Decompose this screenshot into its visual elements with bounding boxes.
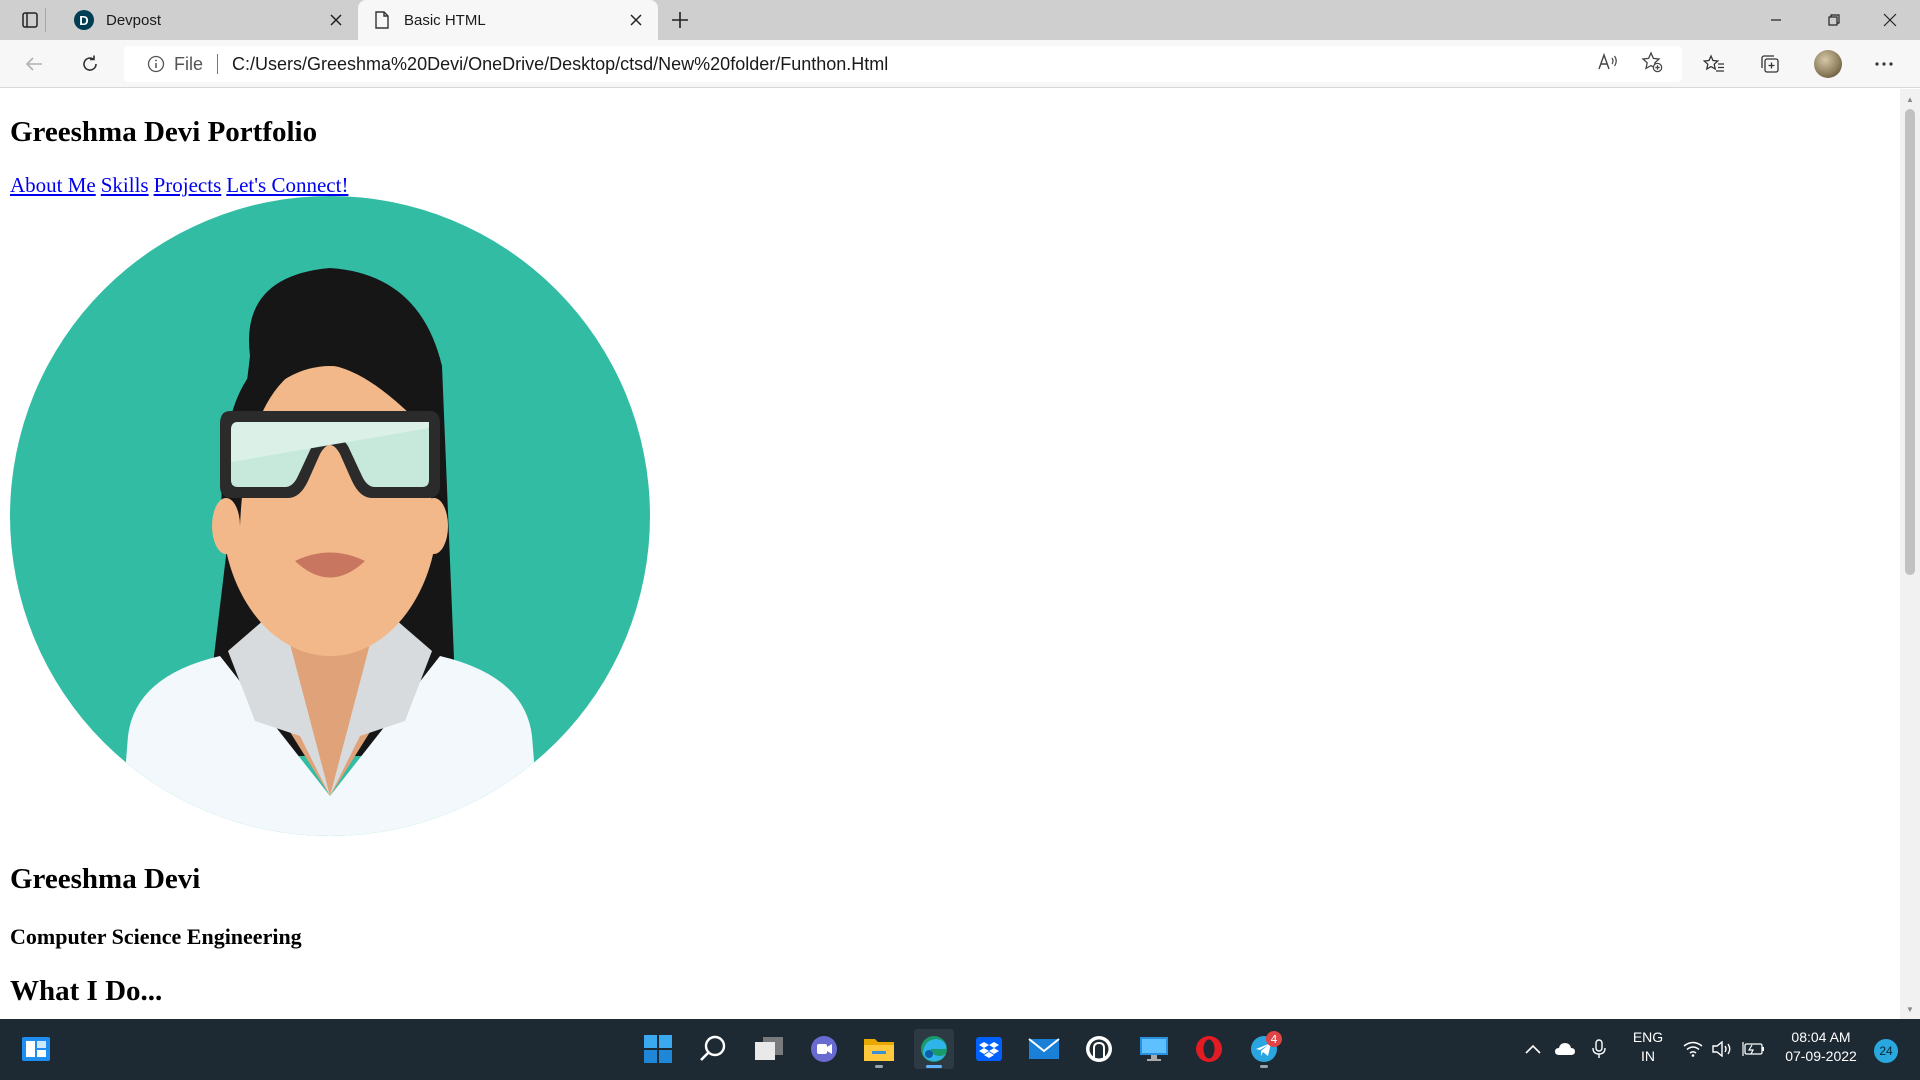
read-aloud-button[interactable] (1592, 46, 1624, 78)
section-heading-what-i-do: What I Do... (10, 975, 163, 1007)
collections-icon (1761, 55, 1779, 73)
task-view-icon[interactable] (749, 1029, 789, 1069)
vertical-scrollbar[interactable]: ▲ ▼ (1900, 89, 1920, 1019)
telegram-icon[interactable]: 4 (1244, 1029, 1284, 1069)
tab-title: Basic HTML (404, 11, 486, 29)
nav-link-projects[interactable]: Projects (154, 173, 222, 197)
profile-avatar-image (10, 196, 650, 836)
notification-badge: 4 (1266, 1031, 1282, 1047)
refresh-button[interactable] (74, 48, 106, 80)
running-indicator (926, 1065, 942, 1068)
tab-devpost[interactable]: D Devpost (60, 0, 358, 40)
close-window-button[interactable] (1862, 0, 1918, 40)
mail-icon[interactable] (1024, 1029, 1064, 1069)
language-indicator[interactable]: ENG IN (1628, 1028, 1668, 1066)
teams-chat-icon[interactable] (804, 1029, 844, 1069)
nav-link-about-me[interactable]: About Me (10, 173, 96, 197)
notification-center-badge[interactable]: 24 (1874, 1039, 1898, 1063)
back-button[interactable] (18, 48, 50, 80)
onedrive-cloud-icon[interactable] (1550, 1029, 1580, 1069)
microphone-icon[interactable] (1584, 1029, 1614, 1069)
clock-time: 08:04 AM (1791, 1029, 1851, 1045)
show-hidden-icons-chevron-up-icon[interactable] (1518, 1029, 1548, 1069)
clock[interactable]: 08:04 AM 07-09-2022 (1776, 1028, 1866, 1066)
page-viewport: Greeshma Devi Portfolio About Me Skills Pr… (0, 89, 1900, 1019)
profile-button[interactable] (1812, 48, 1844, 80)
file-explorer-icon[interactable] (859, 1029, 899, 1069)
new-tab-button[interactable] (664, 4, 696, 36)
star-add-icon (1641, 51, 1663, 73)
portfolio-nav: About Me Skills Projects Let's Connect! (10, 173, 353, 198)
document-icon (372, 10, 392, 30)
browser-toolbar: File C:/Users/Greeshma%20Devi/OneDrive/D… (0, 40, 1920, 88)
scroll-up-arrow-icon[interactable]: ▲ (1900, 91, 1920, 107)
tab-title: Devpost (106, 11, 162, 29)
remote-desktop-icon[interactable] (1134, 1029, 1174, 1069)
widgets-icon[interactable] (16, 1029, 56, 1069)
close-icon (330, 14, 342, 26)
tab-basic-html[interactable]: Basic HTML (358, 0, 658, 40)
github-icon[interactable] (1079, 1029, 1119, 1069)
scroll-down-arrow-icon[interactable]: ▼ (1900, 1001, 1920, 1017)
restore-icon (1828, 14, 1840, 26)
url-text[interactable]: C:/Users/Greeshma%20Devi/OneDrive/Deskto… (232, 54, 888, 75)
running-indicator (875, 1065, 883, 1068)
dropbox-icon[interactable] (969, 1029, 1009, 1069)
plus-icon (672, 12, 688, 28)
start-icon[interactable] (638, 1029, 678, 1069)
avatar (1814, 50, 1842, 78)
nav-link-skills[interactable]: Skills (101, 173, 149, 197)
page-title: Greeshma Devi Portfolio (10, 116, 318, 148)
scroll-thumb[interactable] (1905, 109, 1915, 575)
edge-icon[interactable] (914, 1029, 954, 1069)
address-separator (217, 54, 219, 74)
opera-icon[interactable] (1189, 1029, 1229, 1069)
wifi-icon[interactable] (1680, 1029, 1706, 1069)
profile-degree: Computer Science Engineering (10, 924, 302, 949)
profile-name: Greeshma Devi (10, 863, 201, 895)
tab-strip: D Devpost Basic HTML (0, 0, 1920, 40)
settings-more-button[interactable] (1868, 48, 1900, 80)
more-horizontal-icon (1875, 62, 1893, 66)
nav-link-lets-connect[interactable]: Let's Connect! (226, 173, 348, 197)
tab-close-button[interactable] (626, 10, 646, 30)
close-icon (1883, 13, 1897, 27)
add-favorite-button[interactable] (1636, 46, 1668, 78)
favorites-button[interactable] (1698, 48, 1730, 80)
minimize-icon (1771, 19, 1781, 21)
tab-close-button[interactable] (326, 10, 346, 30)
collections-button[interactable] (1754, 48, 1786, 80)
search-icon[interactable] (693, 1029, 733, 1069)
back-arrow-icon (25, 57, 42, 71)
protocol-label: File (174, 53, 204, 74)
volume-icon[interactable] (1710, 1029, 1736, 1069)
restore-button[interactable] (1806, 0, 1862, 40)
minimize-button[interactable] (1748, 0, 1804, 40)
tab-actions-icon (21, 12, 38, 28)
windows-taskbar: 4 ENG IN 08:04 AM 07-09-2022 (0, 1019, 1920, 1080)
info-icon[interactable] (146, 54, 166, 74)
address-bar[interactable]: File C:/Users/Greeshma%20Devi/OneDrive/D… (124, 46, 1682, 82)
favorites-icon (1703, 54, 1724, 72)
close-icon (630, 14, 642, 26)
running-indicator (1260, 1065, 1268, 1068)
refresh-icon (83, 55, 97, 71)
battery-charging-icon[interactable] (1740, 1029, 1766, 1069)
tab-actions-button[interactable] (14, 8, 46, 32)
read-aloud-icon (1598, 52, 1617, 70)
clock-date: 07-09-2022 (1785, 1048, 1857, 1064)
devpost-logo-icon: D (74, 10, 94, 30)
